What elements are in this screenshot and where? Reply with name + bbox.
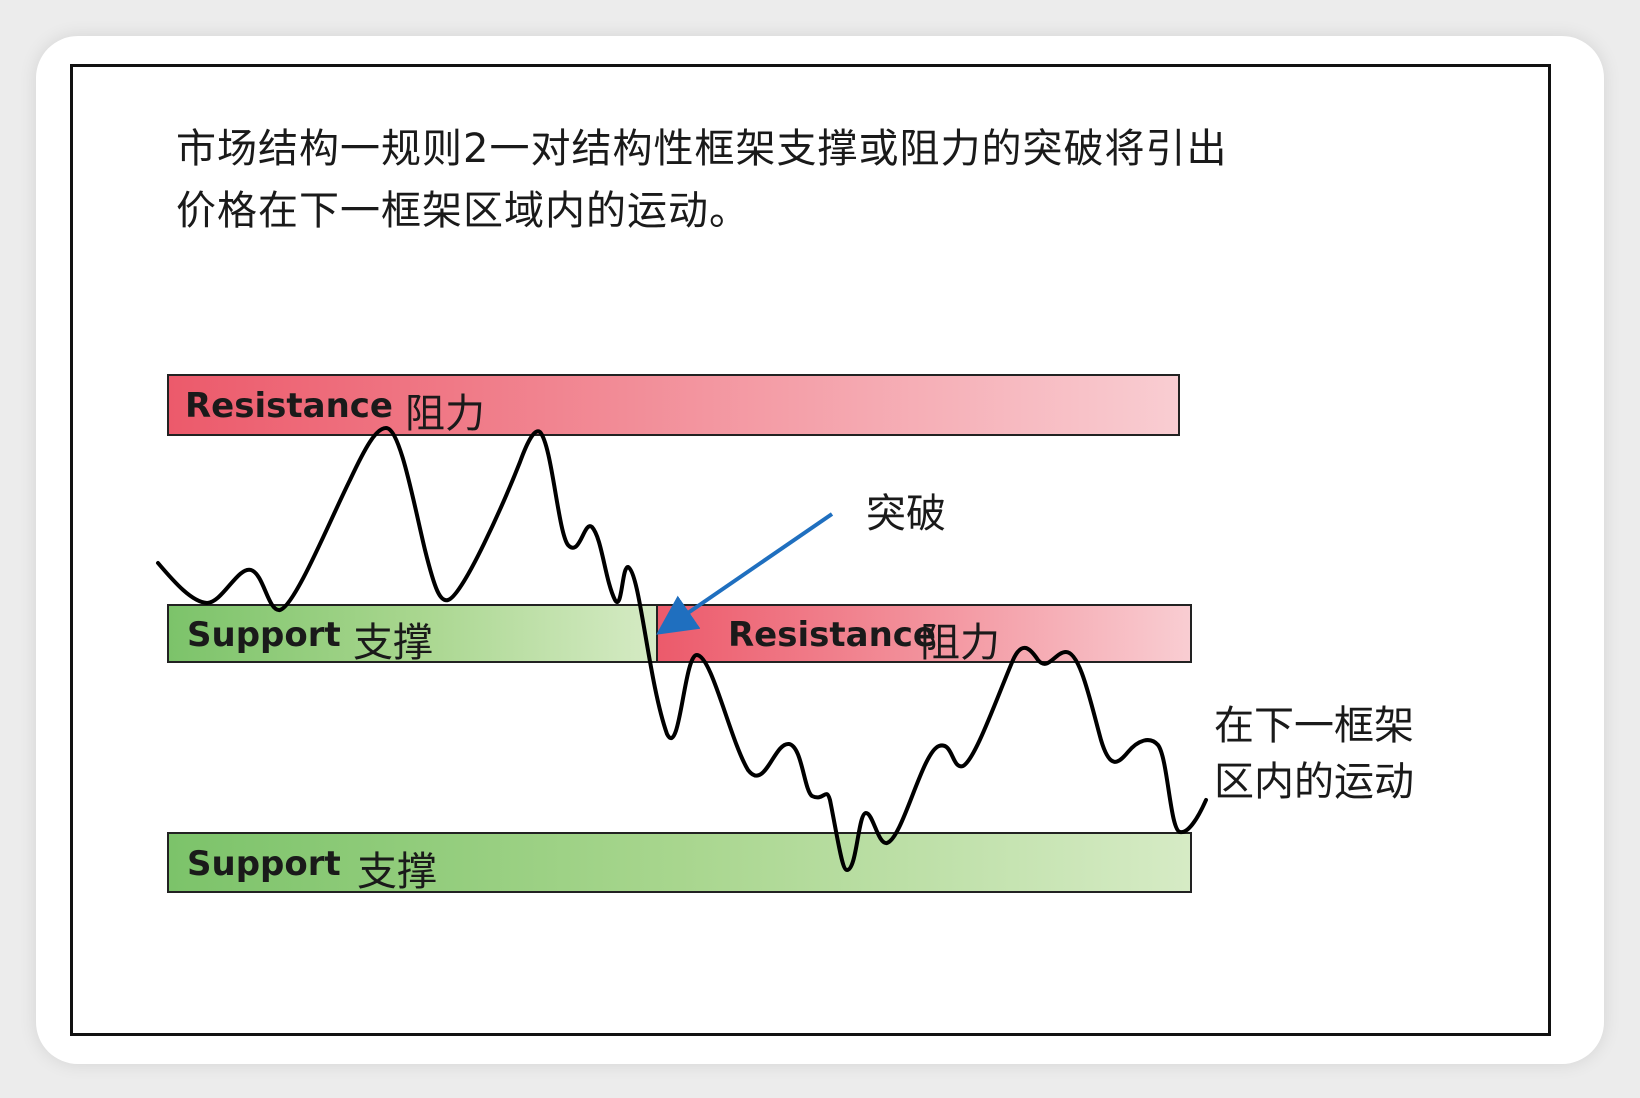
diagram-title: 市场结构一规则2一对结构性框架支撑或阻力的突破将引出 价格在下一框架区域内的运动… bbox=[176, 118, 1376, 242]
next-zone-label-line-1: 在下一框架 bbox=[1214, 703, 1414, 749]
top-resistance-label-cn: 阻力 bbox=[405, 391, 485, 437]
mid-resistance-band: Resistance 阻力 bbox=[656, 604, 1192, 666]
top-resistance-band: Resistance 阻力 bbox=[167, 374, 1180, 437]
bottom-support-label-cn: 支撑 bbox=[357, 849, 437, 895]
bottom-support-band: Support 支撑 bbox=[167, 832, 1192, 895]
top-resistance-label-en: Resistance bbox=[185, 386, 393, 426]
mid-resistance-label-cn: 阻力 bbox=[920, 620, 1000, 666]
title-line-1: 市场结构一规则2一对结构性框架支撑或阻力的突破将引出 bbox=[176, 126, 1228, 172]
title-line-2: 价格在下一框架区域内的运动。 bbox=[176, 188, 750, 234]
mid-support-band: Support 支撑 bbox=[167, 604, 661, 666]
next-zone-label: 在下一框架 区内的运动 bbox=[1214, 698, 1414, 810]
next-zone-label-line-2: 区内的运动 bbox=[1214, 759, 1414, 805]
mid-resistance-label-en: Resistance bbox=[728, 615, 936, 655]
mid-support-label-en: Support bbox=[187, 615, 341, 655]
mid-support-label-cn: 支撑 bbox=[353, 620, 433, 666]
breakout-label: 突破 bbox=[866, 491, 946, 537]
bottom-support-label-en: Support bbox=[187, 844, 341, 884]
